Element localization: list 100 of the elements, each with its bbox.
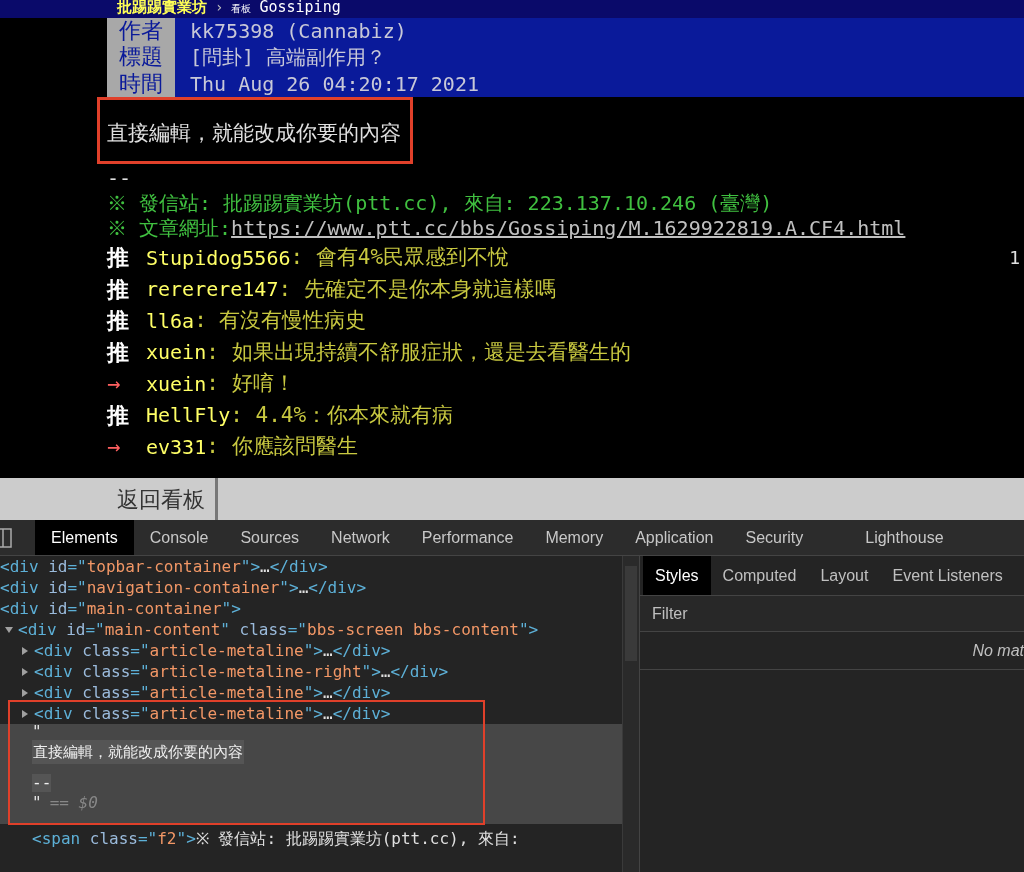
code-token: =" (130, 703, 150, 723)
code-token: "> (303, 703, 323, 723)
comment-content: : 你應該問醫生 (206, 433, 358, 460)
collapsed-triangle-icon[interactable] (20, 687, 30, 698)
meta-label: 標題 (107, 44, 175, 71)
dock-icon[interactable] (0, 527, 12, 548)
expanded-triangle-icon[interactable] (4, 624, 14, 635)
code-token: id (48, 577, 68, 597)
code-token: "> (221, 598, 241, 618)
code-token: <div (34, 682, 74, 702)
comment-content: : 如果出現持續不舒服症狀，還是去看醫生的 (206, 338, 631, 366)
source-line: ※ 發信站: 批踢踢實業坊(ptt.cc), 來自: 223.137.10.246 (臺灣) (107, 191, 774, 216)
comment-user: ll6a (146, 307, 195, 335)
code-token: "> (279, 577, 299, 597)
comment-user: Stupidog5566 (146, 244, 291, 272)
comment-user: ev331 (146, 433, 207, 461)
meta-value: kk75398 (Cannabiz) (190, 18, 407, 46)
devtools-tab[interactable]: Lighthouse (819, 520, 960, 555)
code-token: =" (130, 661, 150, 681)
devtools-tab[interactable]: Security (729, 520, 820, 555)
comment-tag: 推 (107, 304, 146, 338)
code-token: navigation-container (86, 577, 280, 597)
comment-user: xuein (146, 339, 207, 367)
code-token: id (66, 619, 86, 639)
code-token: </div> (332, 703, 391, 723)
code-token: =" (85, 619, 105, 639)
code-token: class (82, 640, 131, 660)
code-token: "> (518, 619, 539, 639)
code-token: =" (67, 556, 87, 576)
code-token: f2 (157, 829, 177, 848)
code-token: class (239, 619, 288, 639)
code-token: <div (0, 556, 40, 576)
code-token: </div> (269, 556, 328, 576)
code-token: =" (130, 640, 150, 660)
text-node-dashes: -- (32, 774, 52, 792)
code-token: … (323, 640, 333, 660)
code-token: </div> (308, 577, 367, 597)
code-token: </div> (390, 661, 449, 681)
board-name[interactable]: Gossiping (259, 0, 341, 16)
code-token: <div (34, 661, 74, 681)
code-token: </div> (332, 682, 391, 702)
code-token: <div (18, 619, 58, 639)
text-node-value[interactable]: 直接編輯，就能改成你要的內容 (32, 740, 244, 764)
devtools-tab[interactable]: Performance (405, 520, 530, 555)
code-token: … (298, 577, 309, 597)
meta-label: 時間 (107, 70, 175, 97)
devtools-tab[interactable]: Sources (224, 520, 316, 555)
devtools-tab[interactable]: Elements (35, 520, 134, 555)
collapsed-triangle-icon[interactable] (20, 708, 30, 719)
devtools-tab[interactable]: Network (315, 520, 406, 555)
code-token: article-metaline-right (149, 661, 362, 681)
comment-content: : 會有4%民眾感到不悅 (290, 244, 510, 271)
selection-marker: == $0 (49, 792, 98, 814)
code-token: =" (287, 619, 307, 639)
styles-pane-tab[interactable]: Layout (808, 556, 881, 595)
code-token: topbar-container (86, 556, 241, 576)
board-label: 看板 (231, 2, 252, 16)
styles-pane-tab[interactable]: Event Listeners (880, 556, 1015, 595)
code-token: class (89, 829, 138, 848)
comment-tag: 推 (107, 335, 146, 369)
meta-value: [問卦] 高端副作用？ (190, 44, 387, 72)
article-link[interactable]: https://www.ptt.cc/bbs/Gossiping/M.1629922819.A.CF4.html (231, 216, 906, 241)
breadcrumb-separator: › (215, 0, 224, 16)
collapsed-triangle-icon[interactable] (20, 666, 30, 677)
text-quote: " (32, 792, 42, 814)
code-token: <div (34, 640, 74, 660)
code-token: "> (361, 661, 381, 681)
code-token: <span (32, 829, 82, 848)
url-label: ※ 文章網址: (107, 216, 232, 241)
code-token: "> (240, 556, 261, 576)
devtools-tab[interactable]: Console (133, 520, 225, 555)
code-token: <div (0, 577, 40, 597)
text-quote: " (32, 724, 43, 740)
comment-tag: 推 (107, 241, 146, 275)
comment-content: : 4.4%：你本來就有病 (230, 401, 454, 429)
comment-user: HellFly (146, 402, 231, 430)
code-token: </div> (332, 640, 391, 660)
code-token: main-content (104, 619, 221, 639)
code-token: =" (67, 577, 87, 597)
filter-field[interactable]: Filter (640, 596, 1024, 632)
styles-pane-tab[interactable]: Styles (643, 556, 711, 595)
collapsed-triangle-icon[interactable] (20, 645, 30, 656)
code-token: article-metaline (149, 703, 304, 723)
comment-user: xuein (146, 370, 207, 398)
comment-time: 1 (1009, 246, 1020, 271)
comment-content: : 先確定不是你本身就這樣嗎 (278, 275, 556, 303)
styles-pane-tab[interactable]: Computed (710, 556, 809, 595)
code-token: =" (67, 598, 87, 618)
code-token: article-metaline (149, 640, 304, 660)
code-token: bbs-screen bbs-content (307, 619, 519, 639)
code-token: "> (176, 829, 196, 848)
comment-user: rererere147 (146, 276, 279, 304)
comment-content: : 有沒有慢性病史 (194, 307, 367, 334)
code-token: main-container (86, 598, 222, 618)
devtools-tab[interactable]: Application (619, 520, 730, 555)
code-token: " (220, 619, 231, 639)
code-token: id (48, 556, 68, 576)
code-token: id (48, 598, 68, 618)
no-match-message: No mat (972, 640, 1024, 661)
devtools-tab[interactable]: Memory (529, 520, 620, 555)
